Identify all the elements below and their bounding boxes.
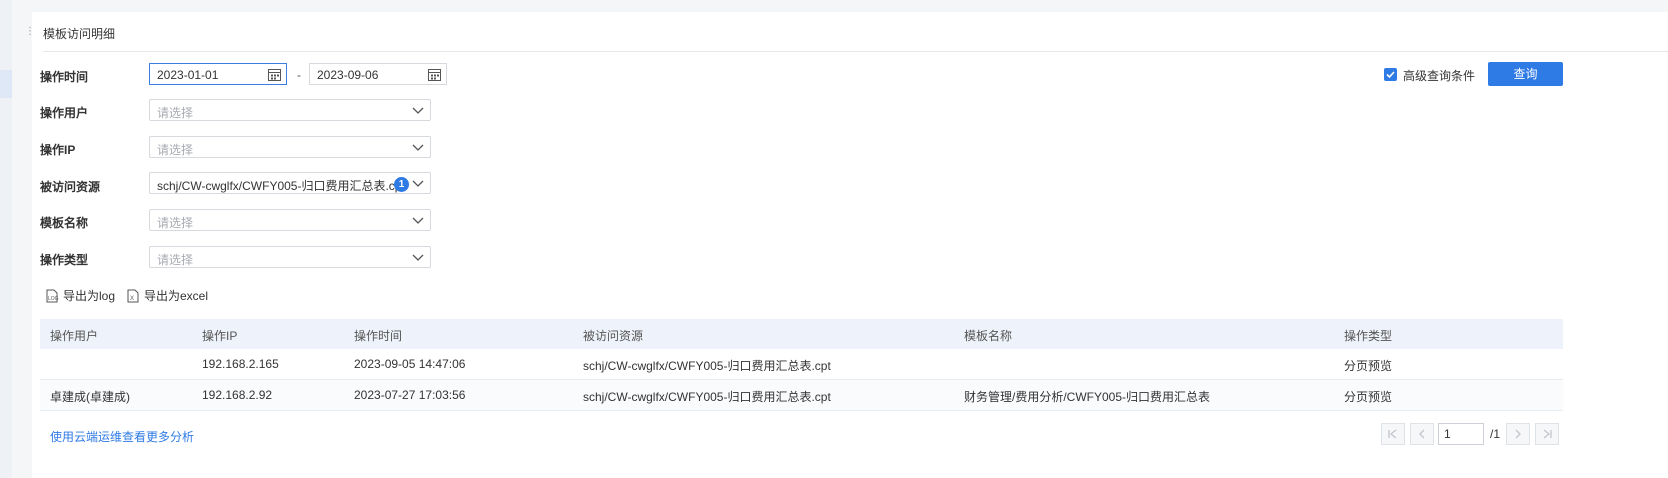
cell-op-time: 2023-09-05 14:47:06	[354, 357, 466, 371]
export-log-icon: LOG	[46, 289, 59, 302]
cloud-ops-link[interactable]: 使用云端运维查看更多分析	[50, 428, 194, 445]
start-date-value: 2023-01-01	[157, 68, 219, 82]
export-excel-label: 导出为excel	[144, 289, 209, 303]
calendar-icon[interactable]	[428, 68, 441, 81]
col-op-user[interactable]: 操作用户	[50, 327, 98, 344]
panel-title: 模板访问明细	[43, 27, 116, 41]
cell-op-type: 分页预览	[1344, 390, 1393, 404]
chevron-left-icon	[1419, 429, 1425, 439]
advanced-query-label: 高级查询条件	[1403, 69, 1476, 83]
op-time-label: 操作时间	[40, 70, 89, 84]
cell-op-user: 卓建成(卓建成)	[50, 390, 130, 404]
chevron-down-icon	[412, 254, 424, 261]
op-ip-placeholder: 请选择	[157, 143, 194, 157]
checkbox-checked-icon[interactable]	[1384, 68, 1397, 81]
export-excel-icon: X	[127, 289, 139, 302]
cell-op-type: 分页预览	[1344, 359, 1393, 373]
panel-divider	[43, 51, 1668, 52]
op-ip-select[interactable]: 请选择	[149, 136, 431, 158]
chevron-down-icon	[412, 217, 424, 224]
page-total: /1	[1490, 427, 1501, 441]
end-date-value: 2023-09-06	[317, 68, 379, 82]
template-name-select[interactable]: 请选择	[149, 209, 431, 231]
end-date-input[interactable]: 2023-09-06	[309, 63, 447, 85]
col-resource[interactable]: 被访问资源	[583, 327, 643, 344]
op-type-placeholder: 请选择	[157, 253, 194, 267]
export-log-button[interactable]: LOG 导出为log	[45, 287, 115, 304]
chevron-down-icon	[412, 107, 424, 114]
start-date-input[interactable]: 2023-01-01	[149, 63, 287, 85]
chevron-down-icon	[412, 144, 424, 151]
cell-template-name: 财务管理/费用分析/CWFY005-归口费用汇总表	[964, 390, 1211, 404]
page-number-input[interactable]: 1	[1438, 423, 1484, 445]
last-page-icon	[1543, 429, 1552, 439]
svg-text:LOG: LOG	[48, 296, 59, 302]
op-user-placeholder: 请选择	[157, 106, 194, 120]
resource-label: 被访问资源	[40, 180, 101, 194]
col-template-name[interactable]: 模板名称	[964, 327, 1012, 344]
col-op-time[interactable]: 操作时间	[354, 327, 402, 344]
op-ip-label: 操作IP	[40, 143, 76, 157]
table-row[interactable]: 卓建成(卓建成) 192.168.2.92 2023-07-27 17:03:5…	[40, 380, 1563, 411]
resource-select[interactable]: schj/CW-cwglfx/CWFY005-归口费用汇总表.cpt 1	[149, 172, 431, 194]
template-name-label: 模板名称	[40, 216, 89, 230]
chevron-down-icon	[412, 180, 424, 187]
first-page-icon	[1388, 429, 1397, 439]
col-op-ip[interactable]: 操作IP	[202, 327, 237, 344]
chevron-right-icon	[1515, 429, 1521, 439]
export-excel-button[interactable]: X 导出为excel	[126, 287, 208, 304]
cell-resource: schj/CW-cwglfx/CWFY005-归口费用汇总表.cpt	[583, 390, 831, 404]
left-sidebar-strip	[0, 0, 12, 478]
next-page-button[interactable]	[1506, 423, 1530, 445]
last-page-button[interactable]	[1535, 423, 1559, 445]
template-name-placeholder: 请选择	[157, 216, 194, 230]
query-button[interactable]: 查询	[1488, 62, 1563, 86]
cell-op-ip: 192.168.2.165	[202, 357, 279, 371]
op-user-select[interactable]: 请选择	[149, 99, 431, 121]
calendar-icon[interactable]	[268, 68, 281, 81]
svg-text:X: X	[130, 296, 134, 302]
op-type-label: 操作类型	[40, 253, 89, 267]
table-header: 操作用户 操作IP 操作时间 被访问资源 模板名称 操作类型	[40, 319, 1563, 349]
table-row[interactable]: 192.168.2.165 2023-09-05 14:47:06 schj/C…	[40, 349, 1563, 380]
cell-op-ip: 192.168.2.92	[202, 388, 273, 402]
resource-value: schj/CW-cwglfx/CWFY005-归口费用汇总表.cpt	[157, 179, 405, 193]
export-log-label: 导出为log	[63, 289, 116, 303]
op-type-select[interactable]: 请选择	[149, 246, 431, 268]
cell-op-time: 2023-07-27 17:03:56	[354, 388, 466, 402]
date-separator: -	[297, 68, 301, 82]
prev-page-button[interactable]	[1410, 423, 1434, 445]
sidebar-active-marker	[0, 70, 12, 98]
selected-count-badge: 1	[394, 177, 409, 192]
cell-resource: schj/CW-cwglfx/CWFY005-归口费用汇总表.cpt	[583, 359, 831, 373]
col-op-type[interactable]: 操作类型	[1344, 327, 1392, 344]
op-user-label: 操作用户	[40, 106, 89, 120]
first-page-button[interactable]	[1381, 423, 1405, 445]
